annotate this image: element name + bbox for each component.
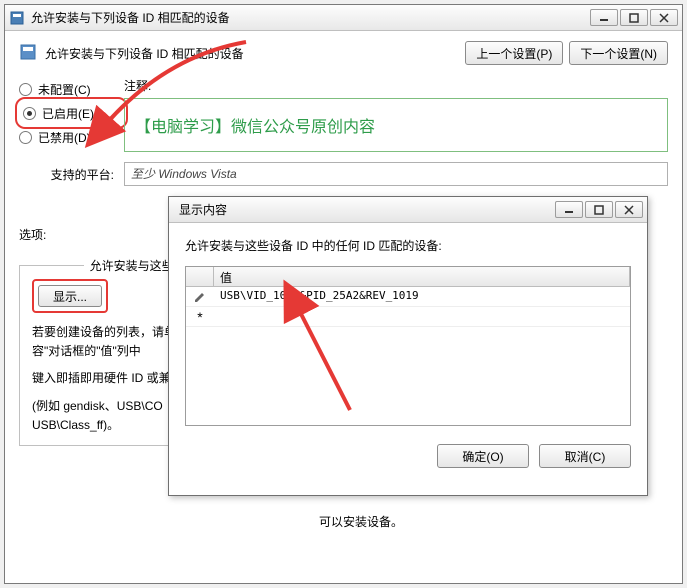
bottom-note: 可以安装设备。 [319,513,679,530]
value-cell[interactable]: USB\VID_1058&PID_25A2&REV_1019 [214,287,630,306]
radio-label: 已启用(E) [42,105,94,122]
cancel-button[interactable]: 取消(C) [539,444,631,468]
dialog-close-button[interactable] [615,201,643,218]
show-contents-dialog: 显示内容 允许安装与这些设备 ID 中的任何 ID 匹配的设备: 值 USB\V… [168,196,648,496]
minimize-button[interactable] [590,9,618,26]
table-row[interactable]: USB\VID_1058&PID_25A2&REV_1019 [186,287,630,307]
grid-header: 值 [186,267,630,287]
grid-header-icon-col [186,267,214,286]
platform-field[interactable]: 至少 Windows Vista [124,162,668,186]
main-titlebar[interactable]: 允许安装与下列设备 ID 相匹配的设备 [5,5,682,31]
grid-header-value-col: 值 [214,267,630,286]
radio-label: 已禁用(D) [38,129,91,146]
dialog-description: 允许安装与这些设备 ID 中的任何 ID 匹配的设备: [185,237,631,254]
dialog-titlebar[interactable]: 显示内容 [169,197,647,223]
section-title: 允许安装与下列设备 ID 相匹配的设备 [45,45,244,62]
maximize-button[interactable] [620,9,648,26]
dialog-minimize-button[interactable] [555,201,583,218]
window-title: 允许安装与下列设备 ID 相匹配的设备 [31,9,590,26]
ok-button[interactable]: 确定(O) [437,444,529,468]
dialog-maximize-button[interactable] [585,201,613,218]
close-button[interactable] [650,9,678,26]
radio-enabled[interactable]: 已启用(E) [19,101,124,125]
radio-icon [19,131,32,144]
radio-not-configured[interactable]: 未配置(C) [19,77,124,101]
table-row[interactable]: * [186,307,630,327]
next-setting-button[interactable]: 下一个设置(N) [569,41,668,65]
radio-icon [19,83,32,96]
platform-label: 支持的平台: [19,166,124,183]
comment-label: 注释: [124,77,668,94]
app-icon [9,10,25,26]
pencil-icon [186,287,214,306]
previous-setting-button[interactable]: 上一个设置(P) [465,41,563,65]
radio-icon [23,107,36,120]
comment-text: 【电脑学习】微信公众号原创内容 [124,98,668,152]
policy-icon [19,43,37,64]
dialog-title: 显示内容 [173,201,555,218]
value-grid[interactable]: 值 USB\VID_1058&PID_25A2&REV_1019 * [185,266,631,426]
show-button[interactable]: 显示... [38,285,102,307]
asterisk-icon: * [186,307,214,326]
radio-disabled[interactable]: 已禁用(D) [19,125,124,149]
radio-label: 未配置(C) [38,81,91,98]
show-button-highlight: 显示... [32,279,108,313]
value-cell[interactable] [214,307,630,326]
